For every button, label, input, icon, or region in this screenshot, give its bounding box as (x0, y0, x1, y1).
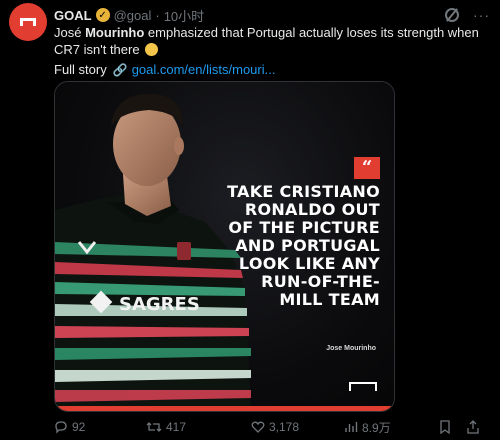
story-link[interactable]: goal.com/en/lists/mouri... (132, 62, 276, 77)
emoji-face-icon (145, 43, 159, 56)
account-name[interactable]: GOAL (54, 8, 92, 23)
repost-count: 417 (166, 420, 187, 434)
accent-strip (55, 406, 394, 411)
analytics-icon (344, 420, 358, 434)
views-button[interactable]: 8.9万 (344, 419, 391, 436)
grok-icon[interactable] (445, 8, 459, 22)
separator-dot: · (155, 7, 160, 23)
heart-icon (251, 420, 265, 434)
verified-badge-icon: ✓ (95, 8, 110, 22)
goal-watermark-icon (349, 382, 377, 391)
tweet-media-image[interactable]: SAGRES “ Take Cristiano Ronaldo out of t… (54, 81, 395, 412)
action-bar: 92 417 3,178 8.9万 (54, 418, 490, 436)
goal-logo-icon (20, 18, 36, 26)
timestamp[interactable]: 10小时 (164, 6, 204, 25)
view-count: 8.9万 (362, 420, 391, 435)
share-button[interactable] (466, 420, 480, 434)
link-icon: 🔗 (112, 62, 128, 77)
bookmark-button[interactable] (439, 420, 451, 434)
quote-attribution: Jose Mourinho (326, 345, 376, 352)
sponsor-text: SAGRES (119, 294, 200, 315)
quote-badge-icon: “ (354, 157, 380, 179)
share-icon (466, 420, 480, 434)
tweet-text-pre: José (54, 25, 86, 40)
bookmark-icon (439, 420, 451, 434)
full-story-label: Full story (54, 62, 107, 77)
full-story-line: Full story 🔗 goal.com/en/lists/mouri... (54, 62, 275, 77)
account-handle[interactable]: @goal (114, 8, 152, 23)
more-options-icon[interactable]: ··· (473, 7, 490, 23)
avatar[interactable] (9, 3, 47, 41)
like-button[interactable]: 3,178 (251, 420, 299, 434)
repost-icon (146, 420, 162, 434)
repost-button[interactable]: 417 (146, 420, 186, 434)
like-count: 3,178 (269, 420, 300, 434)
reply-button[interactable]: 92 (54, 420, 85, 434)
reply-icon (54, 420, 68, 434)
tweet-text: José Mourinho emphasized that Portugal a… (54, 24, 490, 58)
tweet-text-bold: Mourinho (85, 25, 145, 40)
quote-text: Take Cristiano Ronaldo out of the pictur… (227, 182, 380, 309)
tweet-header: GOAL ✓ @goal · 10小时 ··· (54, 6, 490, 24)
reply-count: 92 (72, 420, 86, 434)
